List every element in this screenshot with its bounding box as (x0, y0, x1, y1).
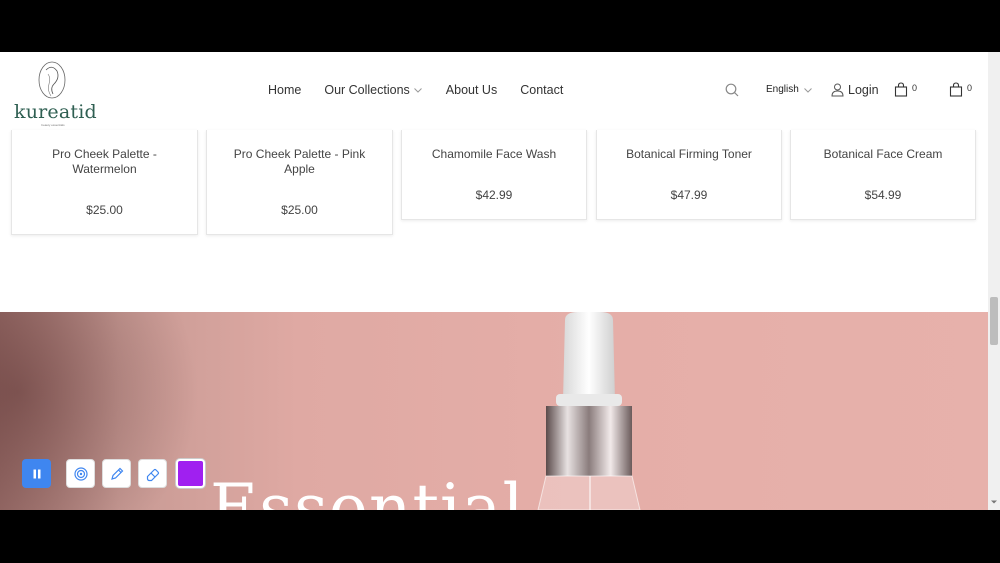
spotlight-button[interactable] (66, 459, 95, 488)
main-nav: Home Our Collections About Us Contact (268, 83, 563, 97)
logo-mark-icon (38, 61, 66, 99)
scroll-down-arrow-icon[interactable] (990, 498, 998, 506)
wishlist-button[interactable]: 0 (949, 82, 972, 97)
product-name[interactable]: Pro Cheek Palette - Pink Apple (207, 147, 392, 176)
product-name[interactable]: Pro Cheek Palette - Watermelon (12, 147, 197, 176)
nav-about-us-label: About Us (445, 83, 498, 97)
product-price: $42.99 (475, 188, 513, 202)
nav-about-us[interactable]: About Us (446, 83, 497, 97)
login-label: Login (848, 83, 879, 97)
logo-tagline: beauty essentials (41, 123, 65, 127)
dropper-bottle-image (537, 312, 641, 510)
wishlist-count: 0 (967, 83, 973, 93)
browser-viewport: kureatid beauty essentials Home Our Coll… (0, 52, 1000, 510)
nav-home-label: Home (268, 83, 302, 97)
language-selector[interactable]: English (766, 84, 813, 95)
shopping-bag-icon (949, 82, 963, 97)
product-card[interactable]: Botanical Firming Toner $47.99 (596, 130, 782, 220)
color-picker-button[interactable] (176, 459, 205, 488)
pause-icon (33, 469, 40, 478)
shopping-bag-icon (894, 82, 908, 97)
scrollbar-thumb[interactable] (990, 297, 998, 345)
product-name[interactable]: Botanical Firming Toner (597, 147, 781, 162)
chevron-down-icon (413, 88, 422, 93)
product-card[interactable]: Chamomile Face Wash $42.99 (401, 130, 587, 220)
pause-button[interactable] (22, 459, 51, 488)
user-icon (831, 83, 844, 97)
language-label: English (766, 84, 799, 95)
pen-icon (110, 467, 123, 480)
product-name[interactable]: Botanical Face Cream (791, 147, 975, 162)
nav-contact[interactable]: Contact (520, 83, 563, 97)
site-logo[interactable]: kureatid beauty essentials (14, 60, 97, 127)
login-link[interactable]: Login (831, 83, 879, 97)
product-name[interactable]: Chamomile Face Wash (402, 147, 586, 162)
hero-title: Essential (210, 470, 525, 510)
logo-text: kureatid (14, 101, 97, 123)
nav-our-collections-label: Our Collections (324, 83, 410, 97)
product-grid: Pro Cheek Palette - Watermelon $25.00 Pr… (0, 130, 988, 290)
eraser-button[interactable] (138, 459, 167, 488)
target-icon (73, 466, 88, 481)
product-price: $54.99 (864, 188, 902, 202)
eraser-icon (146, 468, 159, 481)
nav-contact-label: Contact (520, 83, 564, 97)
product-card[interactable]: Botanical Face Cream $54.99 (790, 130, 976, 220)
nav-our-collections[interactable]: Our Collections (324, 83, 422, 97)
cart-button[interactable]: 0 (894, 82, 917, 97)
product-card[interactable]: Pro Cheek Palette - Watermelon $25.00 (11, 130, 198, 235)
cart-count: 0 (912, 83, 918, 93)
product-price: $25.00 (281, 203, 318, 217)
product-price: $47.99 (670, 188, 708, 202)
search-icon[interactable] (724, 82, 740, 98)
page-scrollbar[interactable] (988, 52, 1000, 510)
site-header: kureatid beauty essentials Home Our Coll… (0, 52, 988, 130)
product-card[interactable]: Pro Cheek Palette - Pink Apple $25.00 (206, 130, 393, 235)
product-price: $25.00 (86, 203, 123, 217)
pen-button[interactable] (102, 459, 131, 488)
nav-home[interactable]: Home (268, 83, 301, 97)
chevron-down-icon (803, 87, 812, 93)
